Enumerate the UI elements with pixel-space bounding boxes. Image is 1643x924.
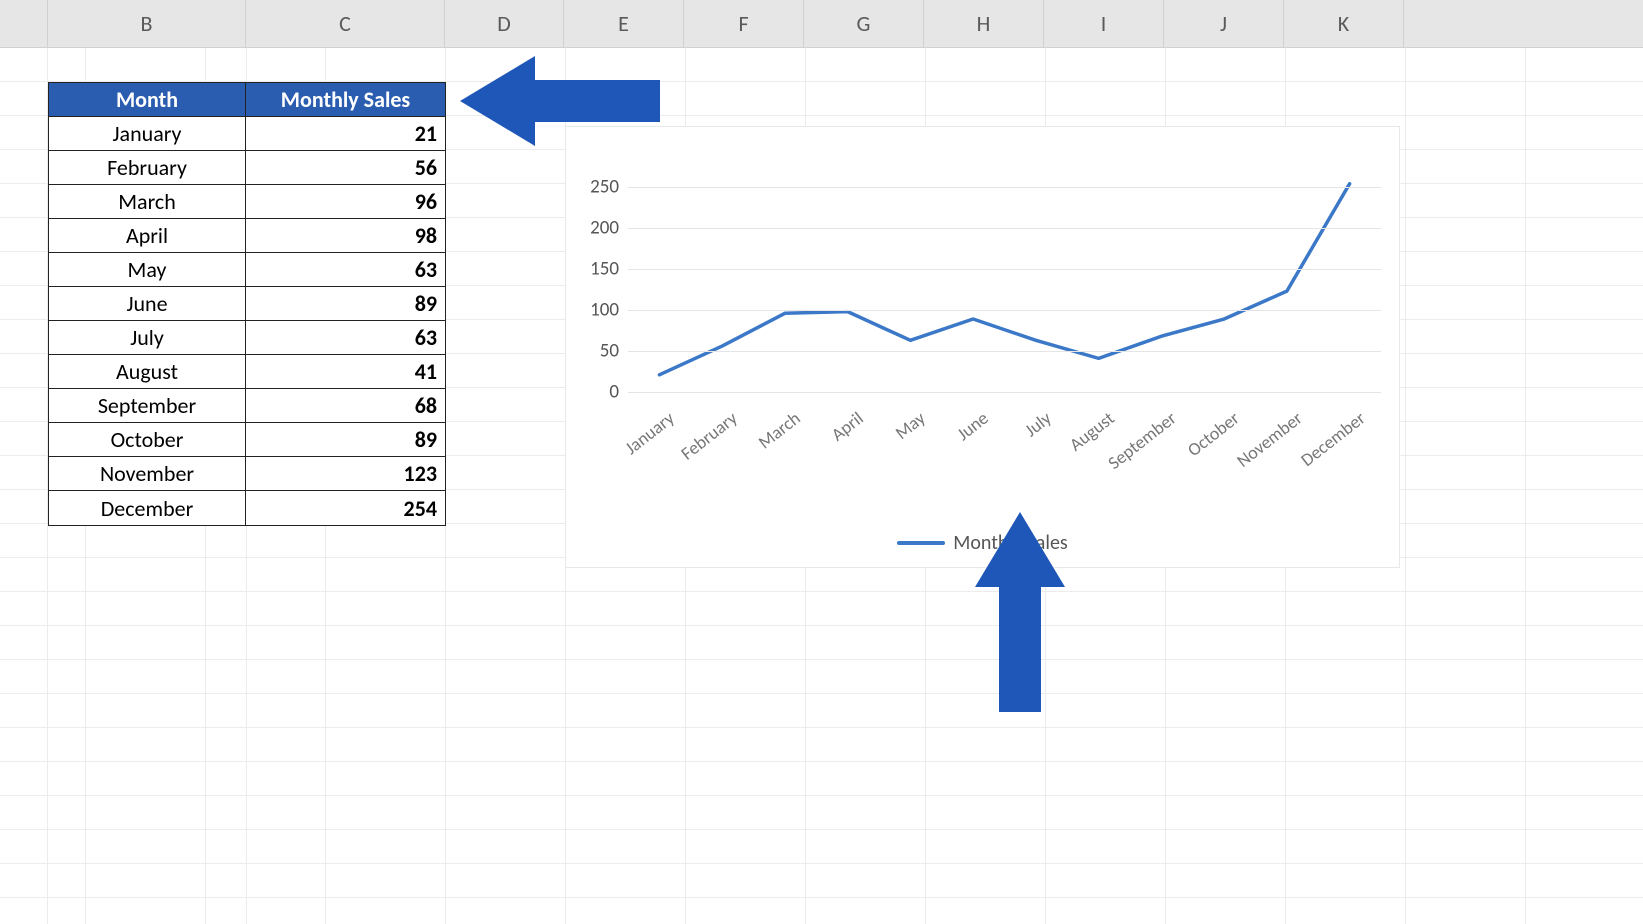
column-header-row: B C D E F G H I J K	[0, 0, 1643, 48]
table-row: October 89	[49, 423, 445, 457]
cell-month[interactable]: June	[49, 287, 246, 321]
chart-x-tick: January	[621, 407, 679, 459]
cell-month[interactable]: January	[49, 117, 246, 151]
col-header-I[interactable]: I	[1044, 0, 1164, 47]
cell-value[interactable]: 89	[246, 423, 445, 457]
chart-gridline	[628, 228, 1381, 229]
table-row: April 98	[49, 219, 445, 253]
col-header-B[interactable]: B	[48, 0, 246, 47]
cell-month[interactable]: November	[49, 457, 246, 491]
cell-month[interactable]: December	[49, 491, 246, 525]
chart-y-tick: 0	[574, 381, 619, 404]
cell-month[interactable]: September	[49, 389, 246, 423]
chart-gridline	[628, 269, 1381, 270]
table-row: August 41	[49, 355, 445, 389]
legend-swatch	[897, 541, 945, 545]
arrow-left-icon	[460, 56, 660, 146]
cell-value[interactable]: 68	[246, 389, 445, 423]
table-row: May 63	[49, 253, 445, 287]
col-header-K[interactable]: K	[1284, 0, 1404, 47]
cell-month[interactable]: February	[49, 151, 246, 185]
cell-month[interactable]: March	[49, 185, 246, 219]
cell-value[interactable]: 63	[246, 321, 445, 355]
cell-value[interactable]: 98	[246, 219, 445, 253]
cell-month[interactable]: August	[49, 355, 246, 389]
chart-gridline	[628, 392, 1381, 393]
cell-value[interactable]: 41	[246, 355, 445, 389]
cell-value[interactable]: 56	[246, 151, 445, 185]
arrow-up-icon	[975, 512, 1065, 712]
chart-x-tick: August	[1065, 407, 1118, 456]
table-row: February 56	[49, 151, 445, 185]
chart-plot-area[interactable]	[628, 187, 1381, 392]
data-table[interactable]: Month Monthly Sales January 21 February …	[48, 82, 446, 526]
chart-y-tick: 200	[574, 217, 619, 240]
arrow-up-annotation	[975, 512, 1065, 712]
chart-x-tick: May	[891, 407, 930, 444]
col-header-E[interactable]: E	[564, 0, 684, 47]
chart-y-tick: 50	[574, 340, 619, 363]
line-chart[interactable]: JanuaryFebruary March April May June July Augu…	[565, 126, 1400, 568]
cell-month[interactable]: October	[49, 423, 246, 457]
chart-y-tick: 100	[574, 299, 619, 322]
chart-x-tick: September	[1104, 407, 1181, 474]
col-header-H[interactable]: H	[924, 0, 1044, 47]
table-row: December 254	[49, 491, 445, 525]
chart-gridline	[628, 351, 1381, 352]
chart-series-line[interactable]	[659, 184, 1349, 375]
cell-value[interactable]: 123	[246, 457, 445, 491]
col-header-stub	[0, 0, 48, 47]
chart-gridline	[628, 310, 1381, 311]
table-row: September 68	[49, 389, 445, 423]
cell-value[interactable]: 96	[246, 185, 445, 219]
chart-x-tick: December	[1296, 407, 1369, 471]
chart-gridline	[628, 187, 1381, 188]
table-header-row: Month Monthly Sales	[49, 83, 445, 117]
cell-value[interactable]: 254	[246, 491, 445, 525]
chart-x-tick: April	[827, 407, 868, 446]
table-header-value[interactable]: Monthly Sales	[246, 83, 445, 117]
table-row: January 21	[49, 117, 445, 151]
table-header-month[interactable]: Month	[49, 83, 246, 117]
cell-value[interactable]: 21	[246, 117, 445, 151]
chart-svg	[628, 187, 1381, 392]
arrow-left-annotation	[460, 56, 660, 146]
chart-x-tick: July	[1020, 407, 1055, 441]
table-row: June 89	[49, 287, 445, 321]
col-header-C[interactable]: C	[246, 0, 445, 47]
col-header-G[interactable]: G	[804, 0, 924, 47]
spreadsheet-grid[interactable]: Month Monthly Sales January 21 February …	[0, 48, 1643, 924]
col-header-J[interactable]: J	[1164, 0, 1284, 47]
chart-x-tick: February	[677, 407, 742, 465]
cell-value[interactable]: 63	[246, 253, 445, 287]
chart-y-tick: 250	[574, 176, 619, 199]
chart-y-tick: 150	[574, 258, 619, 281]
chart-x-tick: November	[1232, 407, 1306, 472]
cell-month[interactable]: April	[49, 219, 246, 253]
col-header-F[interactable]: F	[684, 0, 804, 47]
col-header-rest	[1404, 0, 1643, 47]
cell-value[interactable]: 89	[246, 287, 445, 321]
col-header-D[interactable]: D	[445, 0, 564, 47]
table-row: March 96	[49, 185, 445, 219]
cell-month[interactable]: May	[49, 253, 246, 287]
chart-x-tick: June	[953, 407, 993, 445]
chart-x-tick: March	[754, 407, 805, 453]
cell-month[interactable]: July	[49, 321, 246, 355]
table-row: November 123	[49, 457, 445, 491]
chart-x-labels: JanuaryFebruaryMarchAprilMayJuneJulyAugu…	[628, 407, 1381, 487]
table-row: July 63	[49, 321, 445, 355]
